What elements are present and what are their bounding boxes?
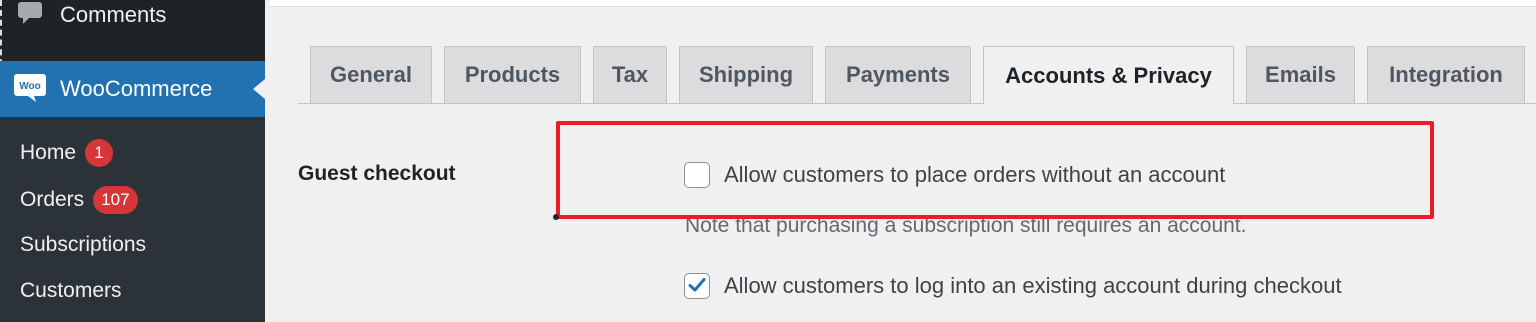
submenu-item-label: Subscriptions bbox=[20, 233, 147, 256]
submenu-item-label: Customers bbox=[20, 279, 122, 302]
guest-checkout-label: Guest checkout bbox=[298, 162, 456, 185]
tab-integration[interactable]: Integration bbox=[1367, 46, 1525, 103]
tab-shipping[interactable]: Shipping bbox=[679, 46, 813, 103]
tab-emails[interactable]: Emails bbox=[1246, 46, 1355, 103]
notification-badge: 1 bbox=[85, 139, 114, 167]
checkmark-icon bbox=[688, 278, 706, 292]
annotation-dot bbox=[553, 214, 559, 220]
submenu-item-subscriptions[interactable]: Subscriptions bbox=[20, 233, 146, 257]
submenu-item-label: Orders bbox=[20, 188, 85, 211]
admin-sidebar: Comments Woo WooCommerce Home 1 Orders 1… bbox=[0, 0, 265, 322]
login-existing-option[interactable]: Allow customers to log into an existing … bbox=[684, 273, 1342, 299]
sidebar-item-label: WooCommerce bbox=[60, 76, 213, 101]
woo-logo-text: Woo bbox=[19, 81, 40, 92]
login-existing-checkbox[interactable] bbox=[684, 273, 710, 299]
tab-tax[interactable]: Tax bbox=[593, 46, 667, 103]
woocommerce-submenu: Home 1 Orders 107 Subscriptions Customer… bbox=[0, 117, 265, 322]
sidebar-item-label: Comments bbox=[60, 2, 167, 27]
submenu-item-orders[interactable]: Orders 107 bbox=[20, 186, 138, 214]
login-existing-label: Allow customers to log into an existing … bbox=[724, 273, 1342, 298]
tab-payments[interactable]: Payments bbox=[825, 46, 971, 103]
tab-general[interactable]: General bbox=[310, 46, 432, 103]
comment-icon bbox=[18, 2, 42, 24]
submenu-item-label: Home bbox=[20, 141, 77, 164]
sidebar-item-woocommerce[interactable]: Woo WooCommerce bbox=[0, 61, 265, 117]
submenu-item-home[interactable]: Home 1 bbox=[20, 139, 114, 167]
woo-logo-icon: Woo bbox=[14, 74, 46, 102]
top-panel bbox=[270, 0, 1536, 7]
tab-accounts-privacy[interactable]: Accounts & Privacy bbox=[983, 46, 1234, 104]
highlight-annotation-box bbox=[556, 121, 1434, 219]
tabs-divider bbox=[298, 103, 1536, 104]
tab-products[interactable]: Products bbox=[444, 46, 581, 103]
submenu-item-customers[interactable]: Customers bbox=[20, 279, 122, 303]
notification-badge: 107 bbox=[93, 186, 138, 214]
sidebar-item-comments[interactable]: Comments bbox=[0, 0, 265, 40]
